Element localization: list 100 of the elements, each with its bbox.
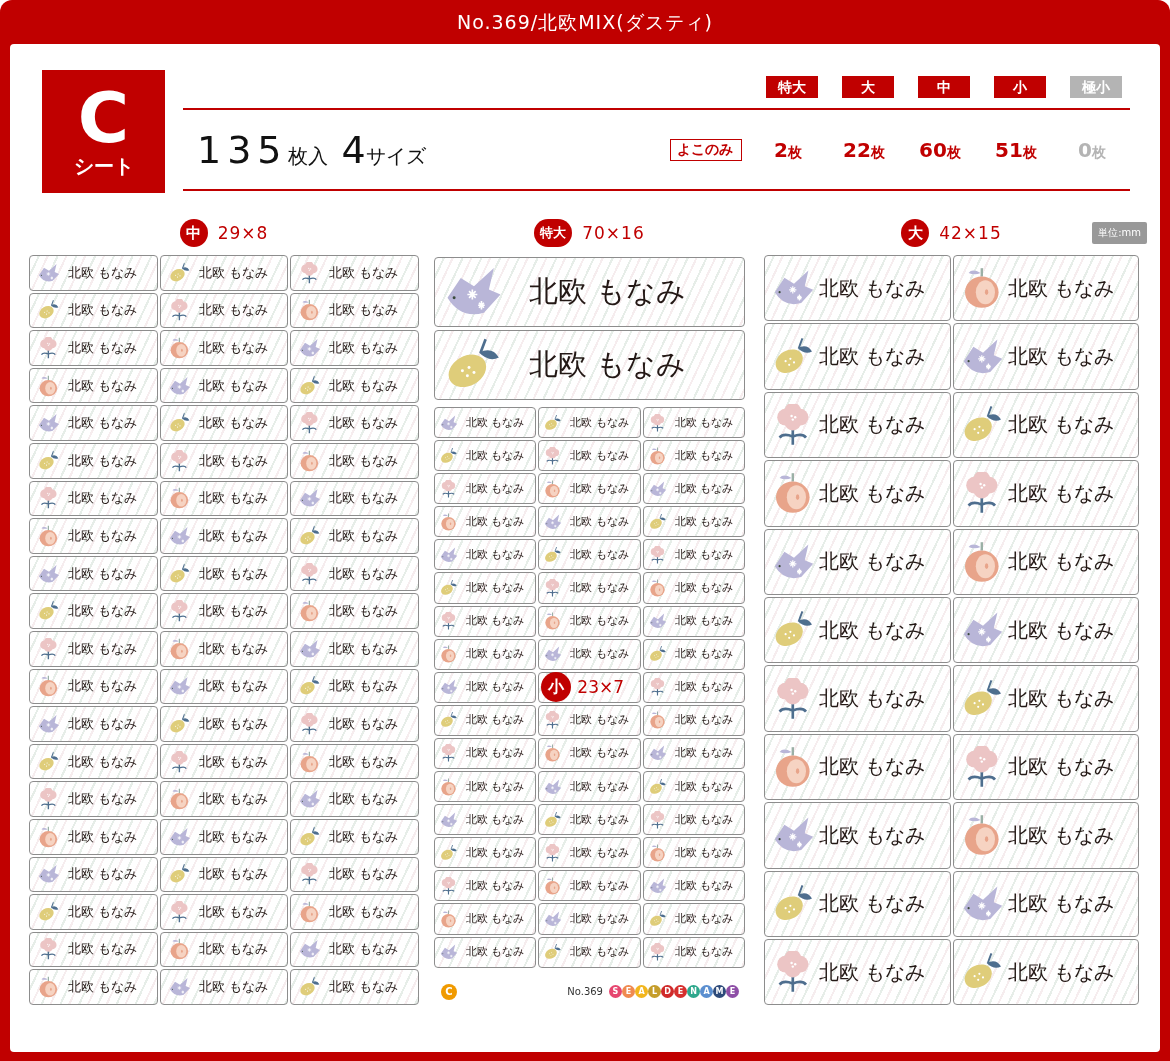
sheet-quantity: 60枚 [918,137,962,162]
label-text: 北欧 もなみ [674,448,733,463]
apple-icon [648,446,667,465]
label-text: 北欧 もなみ [570,779,629,794]
bird-icon [544,909,563,928]
apple-icon [648,579,667,597]
lemon-icon [440,579,458,597]
sheet-label: シート [73,153,134,180]
flower-icon [648,810,667,829]
apple-icon [168,487,191,510]
apple-icon [544,612,563,631]
label-text: 北欧 もなみ [819,411,926,439]
label-text: 北欧 もなみ [329,978,399,997]
logo-letter: N [687,985,700,999]
apple-icon [544,479,563,498]
apple-icon [440,512,458,531]
label-text: 北欧 もなみ [570,514,629,529]
lemon-icon [648,645,667,664]
label-text: 北欧 もなみ [68,940,138,959]
apple-icon [648,711,667,730]
size-tag: 大 [842,76,894,98]
label-text: 北欧 もなみ [329,526,399,545]
label-text: 北欧 もなみ [819,274,926,302]
label-text: 北欧 もなみ [329,639,399,658]
label-text: 北欧 もなみ [466,614,525,629]
label-text: 北欧 もなみ [68,752,138,771]
label-text: 北欧 もなみ [198,301,268,320]
label-text: 北欧 もなみ [466,680,525,695]
label-text: 北欧 もなみ [68,827,138,846]
lemon-icon [38,750,60,773]
label-text: 北欧 もなみ [198,714,268,733]
label-text: 北欧 もなみ [1007,753,1114,781]
label-text: 北欧 もなみ [674,614,733,629]
label-text: 北欧 もなみ [198,414,268,433]
label-text: 北欧 もなみ [329,339,399,357]
apple-icon [168,938,191,961]
bird-icon [440,943,458,962]
sheet-quantity: 22枚 [842,137,886,162]
label-text: 北欧 もなみ [68,564,138,583]
label-text: 北欧 もなみ [570,614,629,629]
logo-letter: E [622,985,635,999]
label-text: 北欧 もなみ [570,746,629,761]
size-count: 4 [341,127,366,172]
label-text: 北欧 もなみ [198,263,268,282]
bird-icon [648,612,667,631]
label-text: 北欧 もなみ [819,958,926,986]
lemon-icon [440,843,458,862]
apple-icon [648,843,667,862]
label-text: 北欧 もなみ [466,713,525,728]
sheet-quantity: 51枚 [994,137,1038,162]
label-text: 北欧 もなみ [198,564,268,583]
label-text: 北欧 もなみ [198,602,268,621]
label-text: 北欧 もなみ [674,547,733,562]
label-text: 北欧 もなみ [198,339,268,357]
label-text: 北欧 もなみ [466,547,525,562]
logo-letter: A [635,985,648,999]
label-text: 北欧 もなみ [466,878,525,893]
label-text: 北欧 もなみ [674,647,733,662]
label-text: 北欧 もなみ [674,845,733,860]
logo-letter: E [674,985,687,999]
label-text: 北欧 もなみ [674,581,733,595]
lemon-icon [440,711,458,730]
label-text: 北欧 もなみ [819,548,926,576]
label-text: 北欧 もなみ [529,346,687,383]
label-text: 北欧 もなみ [674,514,733,529]
label-text: 北欧 もなみ [466,481,525,496]
label-text: 北欧 もなみ [329,752,399,771]
label-text: 北欧 もなみ [674,779,733,794]
label-text: 北欧 もなみ [68,602,138,621]
lemon-icon [299,524,322,547]
unit-note: 単位:mm [1092,222,1147,244]
label-text: 北欧 もなみ [466,647,525,662]
lemon-icon [544,545,563,564]
label-text: 北欧 もなみ [1007,616,1114,644]
label-text: 北欧 もなみ [466,945,525,960]
sheet-mark: C [441,983,457,1000]
label-text: 北欧 もなみ [198,677,268,696]
size-tag: 極小 [1070,76,1122,98]
label-text: 北欧 もなみ [329,451,399,470]
flower-icon [440,876,458,895]
label-text: 北欧 もなみ [570,945,629,960]
label-text: 北欧 もなみ [68,301,138,320]
label-text: 北欧 もなみ [329,301,399,320]
label-text: 北欧 もなみ [329,790,399,809]
lemon-icon [38,449,60,472]
flower-icon [648,545,667,564]
logo-letter: M [713,985,726,999]
size-dimensions: 29×8 [217,223,269,243]
bird-icon [648,876,667,895]
lemon-icon [299,374,322,397]
logo-letter: E [726,985,739,999]
label-text: 北欧 もなみ [570,481,629,496]
logo-letter: S [609,985,622,999]
label-text: 北欧 もなみ [570,448,629,463]
bird-icon [648,479,667,498]
label-text: 北欧 もなみ [329,677,399,696]
flower-icon [648,413,667,432]
label-text: 北欧 もなみ [68,526,138,545]
label-text: 北欧 もなみ [198,639,268,658]
label-text: 北欧 もなみ [674,481,733,496]
